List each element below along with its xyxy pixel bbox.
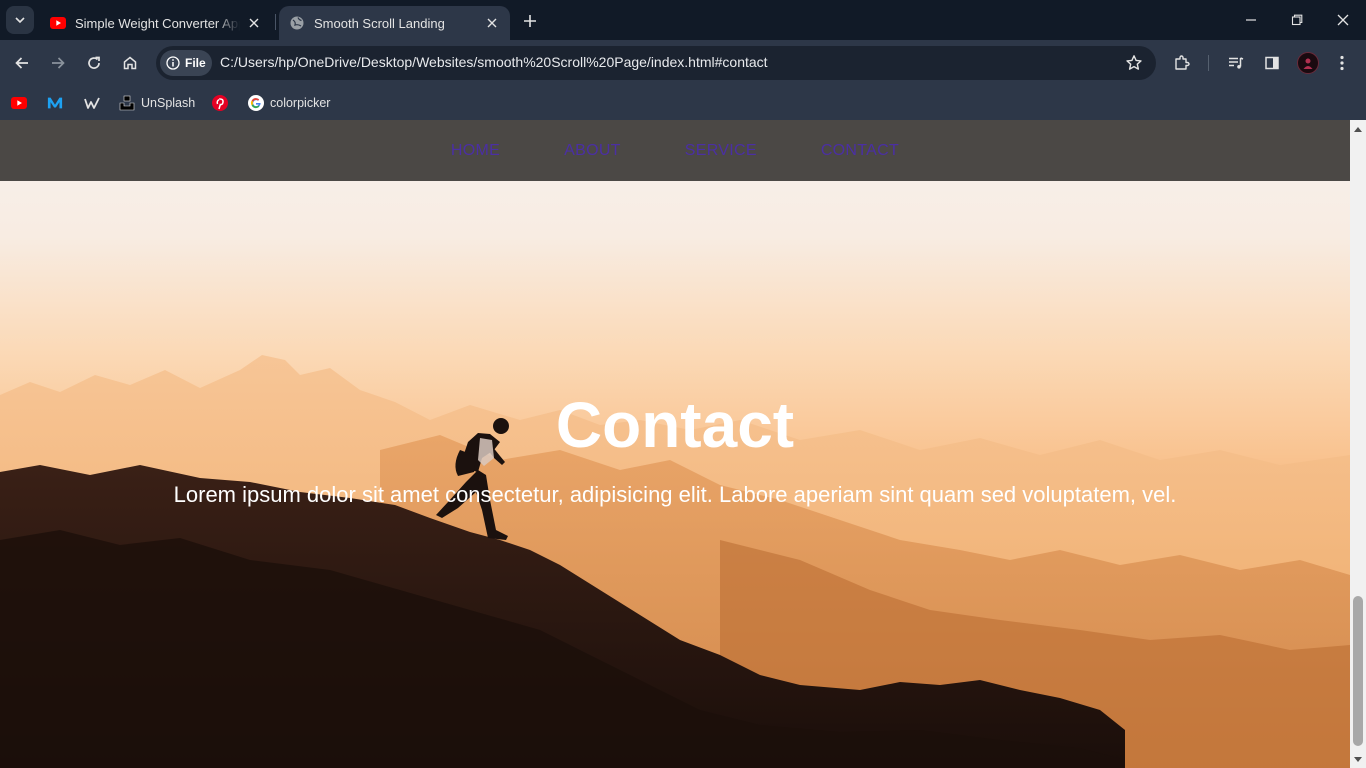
side-panel-button[interactable] [1256,47,1288,79]
media-control-button[interactable] [1220,47,1252,79]
profile-icon [1303,58,1313,69]
scroll-up-arrow-icon[interactable] [1350,120,1366,137]
page-scrollbar[interactable] [1350,120,1366,768]
bookmark-medium[interactable] [47,91,63,115]
info-icon [166,56,180,70]
reload-icon [88,56,100,69]
back-button[interactable] [6,47,38,79]
bookmark-unsplash[interactable]: UnSplash [119,91,195,115]
restore-button[interactable] [1274,0,1320,40]
minimize-icon [1246,19,1256,21]
bookmark-youtube[interactable] [11,91,27,115]
media-queue-icon [1229,57,1244,69]
tab-search-button[interactable] [6,6,34,34]
webflow-icon [84,95,100,111]
chevron-down-icon [15,17,25,24]
tab-weight-converter[interactable]: Simple Weight Converter App W [40,6,272,40]
close-tab-icon[interactable] [246,15,262,31]
page-viewport: HOME ABOUT SERVICE CONTACT Contact Lorem… [0,120,1350,768]
more-vert-icon [1340,55,1344,71]
url-text[interactable]: C:/Users/hp/OneDrive/Desktop/Websites/sm… [220,54,768,70]
site-info-chip[interactable]: File [160,50,212,76]
menu-button[interactable] [1326,47,1358,79]
home-icon [123,56,137,70]
scroll-down-arrow-icon[interactable] [1350,751,1366,768]
youtube-icon [11,95,27,111]
contact-hero-section: HOME ABOUT SERVICE CONTACT Contact Lorem… [0,120,1350,768]
bookmark-colorpicker[interactable]: colorpicker [248,91,330,115]
medium-m-icon [47,95,63,111]
forward-button[interactable] [42,47,74,79]
close-icon [1337,14,1349,26]
extensions-button[interactable] [1166,47,1198,79]
bookmarks-bar: UnSplash colorpicker [0,86,1366,120]
browser-toolbar: File C:/Users/hp/OneDrive/Desktop/Websit… [0,40,1366,86]
plus-icon [524,15,536,27]
close-window-button[interactable] [1320,0,1366,40]
bookmark-pinterest[interactable] [212,91,228,115]
tab-strip: Simple Weight Converter App W Smooth Scr… [0,0,1366,40]
bookmark-webflow[interactable] [84,91,100,115]
nav-link-about[interactable]: ABOUT [564,142,621,160]
arrow-left-icon [15,57,28,69]
youtube-icon [50,15,66,31]
nav-link-contact[interactable]: CONTACT [821,142,899,160]
file-chip-label: File [185,56,206,70]
home-button[interactable] [114,47,146,79]
pinterest-icon [212,95,228,111]
new-tab-button[interactable] [518,9,542,33]
globe-icon [289,15,305,31]
bookmark-label: UnSplash [141,96,196,110]
arrow-right-icon [52,57,65,69]
tab-smooth-scroll[interactable]: Smooth Scroll Landing [279,6,510,40]
section-title: Contact [555,389,795,461]
unsplash-icon [119,95,135,111]
top-navbar: HOME ABOUT SERVICE CONTACT [0,120,1350,181]
address-bar[interactable]: File C:/Users/hp/OneDrive/Desktop/Websit… [156,46,1156,80]
nav-link-home[interactable]: HOME [451,142,500,160]
profile-avatar[interactable] [1297,52,1319,74]
bookmark-label: colorpicker [270,96,331,110]
section-description: Lorem ipsum dolor sit amet consectetur, … [173,482,1177,507]
reload-button[interactable] [78,47,110,79]
google-icon [248,95,264,111]
tab-title: Smooth Scroll Landing [314,15,445,31]
restore-icon [1291,14,1303,26]
nav-link-service[interactable]: SERVICE [685,142,757,160]
tab-separator [275,14,276,30]
scrollbar-thumb[interactable] [1353,596,1363,746]
tab-title: Simple Weight Converter App W [75,15,240,31]
close-tab-icon[interactable] [484,15,500,31]
toolbar-separator [1208,55,1209,71]
bookmark-star-icon[interactable] [1124,53,1144,73]
side-panel-icon [1265,56,1279,70]
minimize-button[interactable] [1228,0,1274,40]
puzzle-icon [1175,55,1190,70]
